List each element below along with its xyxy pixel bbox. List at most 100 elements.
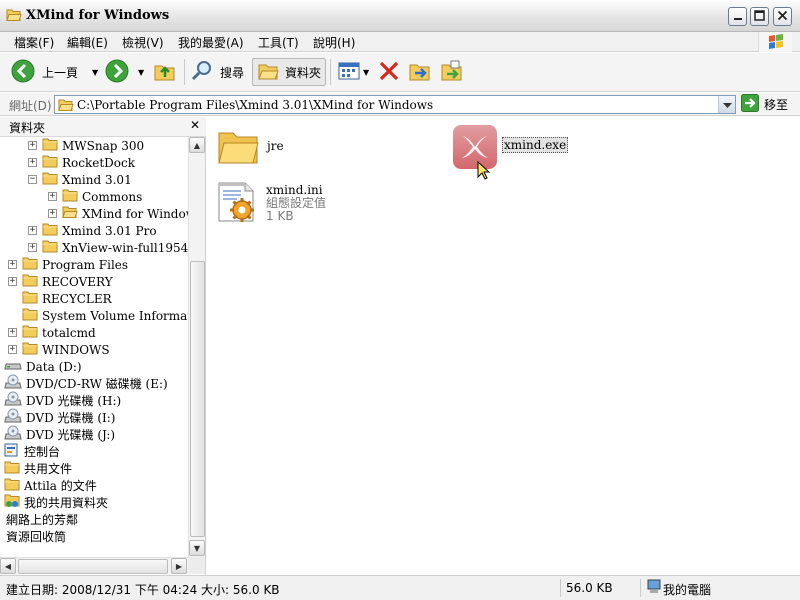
- scroll-down-button[interactable]: ▼: [189, 540, 205, 556]
- folder-open-icon: [6, 8, 22, 22]
- tree-item-label: Data (D:): [26, 359, 82, 374]
- expand-button[interactable]: +: [48, 192, 57, 201]
- tree-item[interactable]: System Volume Information: [8, 307, 188, 324]
- tree-item[interactable]: DVD 光碟機 (J:): [4, 425, 116, 443]
- expand-button[interactable]: +: [8, 277, 17, 286]
- expand-button[interactable]: +: [8, 328, 17, 337]
- minimize-button[interactable]: [728, 7, 747, 26]
- copy-to-button[interactable]: [439, 58, 465, 86]
- tree-item[interactable]: + MWSnap 300: [28, 137, 144, 154]
- expand-button[interactable]: +: [48, 209, 57, 218]
- go-button[interactable]: 移至: [741, 94, 788, 115]
- views-button[interactable]: ▼: [337, 58, 369, 86]
- expand-button[interactable]: +: [8, 345, 17, 354]
- menu-favorites[interactable]: 我的最愛(A): [178, 34, 244, 51]
- folder-icon: [22, 273, 38, 290]
- delete-button[interactable]: [377, 58, 401, 86]
- title-bar: XMind for Windows: [0, 0, 800, 32]
- folder-open-icon: [58, 98, 74, 115]
- maximize-button[interactable]: [750, 7, 769, 26]
- tree-item[interactable]: + Program Files: [8, 256, 128, 273]
- toolbar-separator: [184, 59, 185, 85]
- folder-tree[interactable]: + MWSnap 300 + RocketDock − Xmind 3.01 + Common…: [0, 137, 188, 557]
- expand-button[interactable]: +: [8, 260, 17, 269]
- scroll-up-button[interactable]: ▲: [189, 137, 205, 153]
- tree-item-label: RECYCLER: [42, 291, 112, 306]
- move-to-button[interactable]: [407, 58, 433, 86]
- tree-item[interactable]: 網路上的芳鄰: [6, 511, 78, 528]
- tree-item-label: MWSnap 300: [62, 138, 145, 153]
- file-item-xmind-exe[interactable]: xmind.exe: [451, 123, 569, 174]
- folder-icon: [4, 477, 20, 494]
- tree-item[interactable]: + Xmind 3.01 Pro: [28, 222, 157, 239]
- tree-item[interactable]: Data (D:): [4, 358, 82, 375]
- tree-item[interactable]: + RocketDock: [28, 154, 135, 171]
- collapse-button[interactable]: −: [28, 175, 37, 184]
- menu-file[interactable]: 檔案(F): [14, 34, 54, 51]
- tree-item[interactable]: 我的共用資料夾: [4, 494, 108, 511]
- go-arrow-icon: [741, 94, 759, 115]
- folder-icon: [62, 188, 78, 205]
- horizontal-scrollbar[interactable]: ◀ ▶: [0, 557, 188, 574]
- address-dropdown-button[interactable]: [718, 96, 735, 113]
- folder-open-icon: [62, 205, 78, 222]
- folder-icon: [217, 125, 259, 170]
- tree-item-label: RocketDock: [62, 155, 136, 170]
- tree-item[interactable]: + XnView-win-full1954: [28, 239, 188, 256]
- tree-item[interactable]: 資源回收筒: [6, 528, 66, 545]
- tree-item[interactable]: 控制台: [4, 443, 60, 460]
- status-bar: 建立日期: 2008/12/31 下午 04:24 大小: 56.0 KB 56…: [0, 575, 800, 600]
- vertical-scrollbar[interactable]: ▲ ▼: [188, 137, 205, 557]
- forward-dropdown-icon[interactable]: ▼: [138, 68, 144, 77]
- views-dropdown-icon[interactable]: ▼: [363, 68, 369, 77]
- tree-item-label: 我的共用資料夾: [24, 496, 109, 510]
- scroll-right-button[interactable]: ▶: [171, 558, 187, 574]
- scroll-left-button[interactable]: ◀: [0, 558, 16, 574]
- horizontal-scroll-thumb[interactable]: [18, 559, 168, 574]
- control-panel-icon: [4, 442, 20, 461]
- tree-item-label: DVD 光碟機 (H:): [26, 394, 122, 408]
- close-button[interactable]: [773, 7, 792, 26]
- config-file-icon: [215, 177, 261, 228]
- tree-item[interactable]: 共用文件: [4, 460, 72, 477]
- tree-item-label: DVD 光碟機 (J:): [26, 428, 116, 442]
- file-item-jre[interactable]: jre: [217, 125, 284, 170]
- tree-item[interactable]: RECYCLER: [8, 290, 112, 307]
- folder-icon: [42, 171, 58, 188]
- tree-item[interactable]: − Xmind 3.01: [28, 171, 132, 188]
- folders-button[interactable]: 資料夾: [252, 58, 327, 86]
- tree-item[interactable]: + totalcmd: [8, 324, 96, 341]
- forward-button[interactable]: ▼: [104, 58, 144, 86]
- menu-view[interactable]: 檢視(V): [122, 34, 164, 51]
- tree-item[interactable]: + Commons: [48, 188, 142, 205]
- file-item-xmind-ini[interactable]: xmind.ini 組態設定值 1 KB: [215, 177, 326, 228]
- menu-help[interactable]: 說明(H): [313, 34, 355, 51]
- folder-pane-header: 資料夾 ✕: [0, 117, 206, 137]
- search-label: 搜尋: [220, 65, 245, 80]
- back-dropdown-icon[interactable]: ▼: [92, 68, 98, 77]
- shared-folder-icon: [4, 493, 20, 512]
- expand-button[interactable]: +: [28, 243, 37, 252]
- tree-item[interactable]: + XMind for Windows: [48, 205, 188, 222]
- tree-item[interactable]: DVD 光碟機 (I:): [4, 408, 115, 426]
- menu-edit[interactable]: 編輯(E): [67, 34, 108, 51]
- tree-item[interactable]: + WINDOWS: [8, 341, 110, 358]
- menu-tools[interactable]: 工具(T): [258, 34, 299, 51]
- folder-icon: [22, 307, 38, 324]
- address-input[interactable]: C:\Portable Program Files\Xmind 3.01\XMi…: [54, 95, 736, 114]
- folder-pane-close-button[interactable]: ✕: [188, 118, 202, 134]
- file-list: jre xmind.exe xmind.ini 組態設定值 1 KB: [207, 117, 800, 575]
- tree-item[interactable]: + RECOVERY: [8, 273, 113, 290]
- vertical-scroll-thumb[interactable]: [190, 261, 205, 537]
- search-button[interactable]: 搜尋: [190, 58, 244, 86]
- up-folder-button[interactable]: [153, 58, 177, 86]
- maximize-icon: [754, 9, 765, 24]
- tree-item[interactable]: DVD/CD-RW 磁碟機 (E:): [4, 374, 168, 392]
- tree-item[interactable]: DVD 光碟機 (H:): [4, 391, 122, 409]
- expand-button[interactable]: +: [28, 141, 37, 150]
- back-button[interactable]: 上一頁 ▼: [10, 58, 98, 86]
- expand-button[interactable]: +: [28, 158, 37, 167]
- expand-button[interactable]: +: [28, 226, 37, 235]
- status-size: 56.0 KB: [566, 581, 613, 595]
- tree-item[interactable]: Attila 的文件: [4, 477, 97, 494]
